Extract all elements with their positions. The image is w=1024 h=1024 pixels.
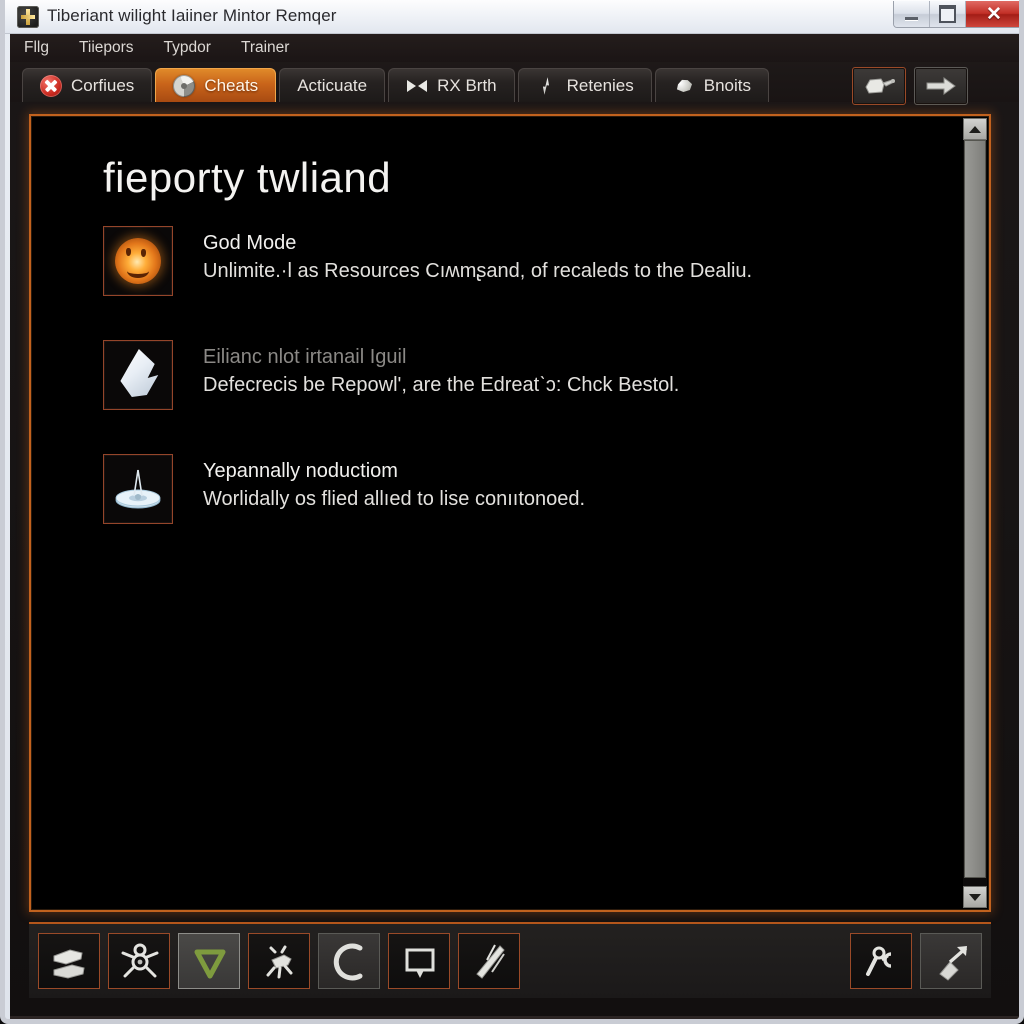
window-controls: ✕ [893, 1, 1019, 28]
title-bar: Tiberiant wilight Iaiiner Mintor Remqer … [5, 0, 1019, 34]
cheat-description: Defecrecis be Repowl', are the Edreatˋɔ:… [203, 374, 680, 396]
pour-tool-button[interactable] [852, 67, 906, 105]
walker-icon [266, 945, 293, 979]
app-inner-surface: Fllg Tiiepors Typdor Trainer Corfiues Ch… [10, 34, 1019, 1019]
tab-label: RX Brth [437, 75, 497, 95]
menu-bar: Fllg Tiiepors Typdor Trainer [10, 34, 1019, 62]
chevron-up-icon [969, 125, 981, 133]
cheat-icon-thumbnail [103, 454, 173, 524]
menu-item-options[interactable]: Tiiepors [79, 39, 134, 57]
tab-label: Retenies [566, 75, 634, 95]
maximize-icon [939, 5, 956, 23]
content-panel: fieporty twliand God Mode Unlimite.·l as… [29, 114, 991, 912]
blade-icon [476, 944, 505, 979]
minimize-icon [905, 16, 918, 20]
green-shield-icon [194, 949, 226, 979]
content-scroll-area: fieporty twliand God Mode Unlimite.·l as… [31, 116, 961, 910]
tab-label: Cheats [204, 75, 259, 95]
cheat-title: God Mode [203, 232, 297, 254]
arrow-expand-icon [939, 946, 968, 981]
tab-bnoits[interactable]: Bnoits [654, 68, 770, 102]
tab-corfiues[interactable]: Corfiues [22, 68, 153, 102]
app-body: Fllg Tiiepors Typdor Trainer Corfiues Ch… [10, 34, 1019, 1019]
tab-rx-brth[interactable]: RX Brth [388, 68, 515, 102]
wrench-tool-button[interactable] [850, 933, 912, 989]
cheat-text-block: God Mode Unlimite.·l as Resources Cıʍmʂa… [203, 226, 752, 286]
wrench-hook-icon [866, 946, 892, 976]
tab-label: Acticuate [297, 75, 368, 95]
chevron-down-icon [969, 893, 981, 901]
disc-icon [173, 74, 196, 97]
bottom-left-tool-group [38, 933, 520, 989]
landing-pad-icon [115, 469, 161, 509]
cheat-text-block: Eilianc nlot irtanail Iguil Defecrecis b… [203, 340, 679, 400]
forward-arrow-button[interactable] [914, 67, 968, 105]
bottom-toolbar [29, 922, 991, 998]
menu-item-file[interactable]: Fllg [24, 39, 49, 57]
tab-acticuate[interactable]: Acticuate [279, 68, 386, 102]
screen-tool-button[interactable] [388, 933, 450, 989]
expand-tool-button[interactable] [920, 933, 982, 989]
red-x-icon [40, 74, 62, 97]
shield-tool-button[interactable] [178, 933, 240, 989]
bottom-right-tool-group [850, 933, 982, 989]
cheat-title: Yepannally noductiom [203, 460, 398, 482]
close-icon: ✕ [986, 3, 1002, 25]
watering-can-icon [865, 78, 895, 94]
cheat-icon-thumbnail [103, 226, 173, 296]
spider-turret-icon [121, 943, 159, 978]
window-title: Tiberiant wilight Iaiiner Mintor Remqer [47, 6, 337, 25]
turret-tool-button[interactable] [108, 933, 170, 989]
glowing-sphere-icon [115, 238, 161, 284]
arrow-right-icon [926, 77, 956, 95]
crescent-icon [333, 943, 363, 981]
tab-list: Corfiues Cheats Acticuate RX Brth Reteni… [22, 66, 772, 102]
app-icon [17, 6, 39, 28]
tab-cheats[interactable]: Cheats [155, 68, 277, 102]
maximize-button[interactable] [930, 1, 966, 27]
cheat-title: Eilianc nlot irtanail Iguil [203, 346, 407, 368]
crescent-tool-button[interactable] [318, 933, 380, 989]
minimize-button[interactable] [894, 1, 930, 27]
bolt-icon [536, 75, 558, 97]
menu-item-trainer[interactable]: Trainer [241, 39, 290, 57]
tab-label: Bnoits [703, 75, 752, 95]
monitor-icon [405, 948, 435, 978]
top-tool-group [852, 67, 968, 105]
tab-retenies[interactable]: Retenies [517, 68, 652, 102]
vertical-scrollbar[interactable] [963, 118, 987, 908]
cheat-description: Unlimite.·l as Resources Cıʍmʂand, of re… [203, 260, 753, 282]
application-window: Tiberiant wilight Iaiiner Mintor Remqer … [0, 0, 1024, 1024]
menu-item-typdor[interactable]: Typdor [164, 39, 211, 57]
blade-tool-button[interactable] [458, 933, 520, 989]
tab-label: Corfiues [71, 75, 135, 95]
cheat-description: Worlidally os flied allıed to lise conıı… [203, 488, 586, 510]
cheat-list: God Mode Unlimite.·l as Resources Cıʍmʂa… [103, 226, 923, 568]
list-item[interactable]: Eilianc nlot irtanail Iguil Defecrecis b… [103, 340, 923, 416]
list-item[interactable]: God Mode Unlimite.·l as Resources Cıʍmʂa… [103, 226, 923, 302]
crystal-shard-icon [120, 349, 159, 397]
cheat-text-block: Yepannally noductiom Worlidally os flied… [203, 454, 585, 514]
bowtie-icon [406, 75, 428, 97]
scroll-up-button[interactable] [963, 118, 987, 140]
rock-icon [673, 75, 695, 97]
blocks-icon [53, 949, 85, 979]
mech-tool-button[interactable] [248, 933, 310, 989]
close-button[interactable]: ✕ [966, 1, 1019, 27]
scrollbar-thumb[interactable] [964, 140, 986, 878]
page-title: fieporty twliand [103, 154, 392, 201]
list-item[interactable]: Yepannally noductiom Worlidally os flied… [103, 454, 923, 530]
scroll-down-button[interactable] [963, 886, 987, 908]
scrollbar-track[interactable] [963, 140, 987, 886]
cheat-icon-thumbnail [103, 340, 173, 410]
bricks-tool-button[interactable] [38, 933, 100, 989]
